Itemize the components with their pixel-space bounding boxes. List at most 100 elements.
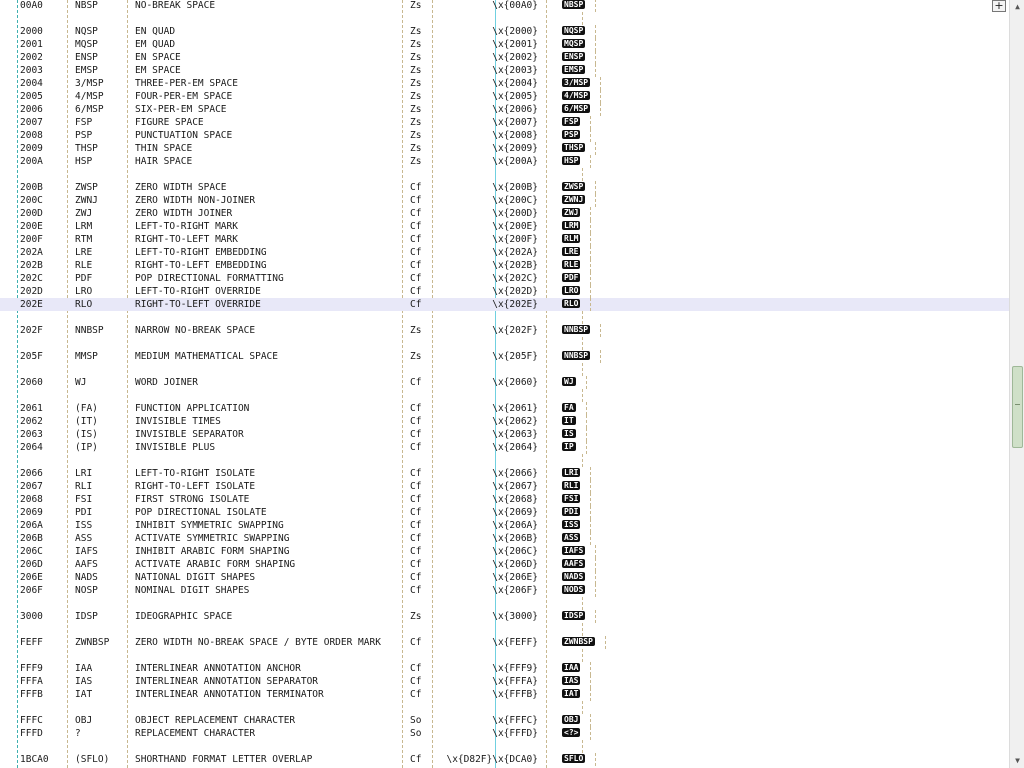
table-row[interactable]: 2063 (IS) INVISIBLE SEPARATOR Cf \x{2063} IS <box>0 428 1009 441</box>
char-badge: ASS <box>562 533 581 542</box>
code-cell: FFFC <box>20 715 43 726</box>
table-row[interactable]: 2069 PDI POP DIRECTIONAL ISOLATE Cf \x{2069}… <box>0 506 1009 519</box>
escape-cell: \x{FFFD} <box>492 728 538 739</box>
escape-cell: \x{202B} <box>492 260 538 271</box>
escape-cell: \x{00A0} <box>492 0 538 11</box>
category-cell: Cf <box>410 559 422 570</box>
table-row[interactable]: 2067 RLI RIGHT-TO-LEFT ISOLATE Cf \x{2067} RL… <box>0 480 1009 493</box>
scroll-down-arrow-icon[interactable]: ▼ <box>1011 754 1024 768</box>
escape-cell: \x{2006} <box>492 104 538 115</box>
table-row[interactable]: 2061 (FA) FUNCTION APPLICATION Cf \x{2061} FA <box>0 402 1009 415</box>
abbr-cell: IAA <box>75 663 93 674</box>
table-row[interactable]: 202B RLE RIGHT-TO-LEFT EMBEDDING Cf \x{202B}… <box>0 259 1009 272</box>
table-row[interactable]: 3000 IDSP IDEOGRAPHIC SPACE Zs \x{3000} IDSP <box>0 610 1009 623</box>
table-row[interactable]: 00A0 NBSP NO-BREAK SPACE Zs \x{00A0} NBSP <box>0 0 1009 12</box>
table-row[interactable]: 200B ZWSP ZERO WIDTH SPACE Cf \x{200B} ZWSP <box>0 181 1009 194</box>
table-row[interactable]: FEFF ZWNBSP ZERO WIDTH NO-BREAK SPACE / BY… <box>0 636 1009 649</box>
table-row[interactable]: 202C PDF POP DIRECTIONAL FORMATTING Cf \x{20… <box>0 272 1009 285</box>
table-row[interactable]: 2009 THSP THIN SPACE Zs \x{2009} THSP <box>0 142 1009 155</box>
table-row[interactable]: 2006 6/MSP SIX-PER-EM SPACE Zs \x{2006} 6/MSP <box>0 103 1009 116</box>
table-row[interactable]: 2068 FSI FIRST STRONG ISOLATE Cf \x{2068} FSI <box>0 493 1009 506</box>
table-row[interactable]: 206C IAFS INHIBIT ARABIC FORM SHAPING Cf \x{… <box>0 545 1009 558</box>
category-cell: Cf <box>410 195 422 206</box>
blank-line[interactable] <box>0 363 1009 376</box>
name-cell: EN QUAD <box>135 26 176 37</box>
table-row[interactable]: 200C ZWNJ ZERO WIDTH NON-JOINER Cf \x{200C} Z… <box>0 194 1009 207</box>
table-row[interactable]: 2066 LRI LEFT-TO-RIGHT ISOLATE Cf \x{2066} LR… <box>0 467 1009 480</box>
abbr-cell: IAT <box>75 689 93 700</box>
table-row[interactable]: 202F NNBSP NARROW NO-BREAK SPACE Zs \x{202F}… <box>0 324 1009 337</box>
table-row[interactable]: 2001 MQSP EM QUAD Zs \x{2001} MQSP <box>0 38 1009 51</box>
escape-cell: \x{206B} <box>492 533 538 544</box>
blank-line[interactable] <box>0 701 1009 714</box>
abbr-cell: PSP <box>75 130 93 141</box>
table-row[interactable]: 200E LRM LEFT-TO-RIGHT MARK Cf \x{200E} LRM <box>0 220 1009 233</box>
code-cell: FFFA <box>20 676 43 687</box>
table-row[interactable]: FFFB IAT INTERLINEAR ANNOTATION TERMINATOR… <box>0 688 1009 701</box>
table-row[interactable]: 2000 NQSP EN QUAD Zs \x{2000} NQSP <box>0 25 1009 38</box>
expand-button[interactable]: + <box>992 0 1006 12</box>
blank-line[interactable] <box>0 12 1009 25</box>
char-badge: ZWSP <box>562 182 586 191</box>
name-cell: LEFT-TO-RIGHT ISOLATE <box>135 468 256 479</box>
column-rule <box>586 402 589 415</box>
table-row[interactable]: 202D LRO LEFT-TO-RIGHT OVERRIDE Cf \x{202D} L… <box>0 285 1009 298</box>
table-row[interactable]: 206B ASS ACTIVATE SYMMETRIC SWAPPING Cf \x{2… <box>0 532 1009 545</box>
blank-line[interactable] <box>0 389 1009 402</box>
abbr-cell: OBJ <box>75 715 93 726</box>
table-row[interactable]: 2003 EMSP EM SPACE Zs \x{2003} EMSP <box>0 64 1009 77</box>
category-cell: So <box>410 715 422 726</box>
name-cell: SHORTHAND FORMAT LETTER OVERLAP <box>135 754 313 765</box>
blank-line[interactable] <box>0 597 1009 610</box>
table-row[interactable]: 2005 4/MSP FOUR-PER-EM SPACE Zs \x{2005} 4/MS… <box>0 90 1009 103</box>
abbr-cell: AAFS <box>75 559 98 570</box>
scroll-thumb[interactable] <box>1012 366 1023 448</box>
name-cell: LEFT-TO-RIGHT MARK <box>135 221 238 232</box>
category-cell: Cf <box>410 299 422 310</box>
table-row[interactable]: 202A LRE LEFT-TO-RIGHT EMBEDDING Cf \x{202A}… <box>0 246 1009 259</box>
abbr-cell: (IT) <box>75 416 98 427</box>
escape-cell: \x{206D} <box>492 559 538 570</box>
vertical-scrollbar[interactable]: ▲ ▼ <box>1009 0 1024 768</box>
table-row[interactable]: 200F RTM RIGHT-TO-LEFT MARK Cf \x{200F} RLM <box>0 233 1009 246</box>
table-row[interactable]: 206A ISS INHIBIT SYMMETRIC SWAPPING Cf \x{20… <box>0 519 1009 532</box>
table-row[interactable]: 206E NADS NATIONAL DIGIT SHAPES Cf \x{206E} N… <box>0 571 1009 584</box>
char-badge: IAFS <box>562 546 586 555</box>
column-rule <box>590 129 593 142</box>
blank-line[interactable] <box>0 649 1009 662</box>
table-row[interactable]: 200D ZWJ ZERO WIDTH JOINER Cf \x{200D} ZWJ <box>0 207 1009 220</box>
table-row[interactable]: 206D AAFS ACTIVATE ARABIC FORM SHAPING Cf \x… <box>0 558 1009 571</box>
table-row[interactable]: 2008 PSP PUNCTUATION SPACE Zs \x{2008} PSP <box>0 129 1009 142</box>
name-cell: PUNCTUATION SPACE <box>135 130 233 141</box>
blank-line[interactable] <box>0 311 1009 324</box>
char-badge: ZWNBSP <box>562 637 595 646</box>
blank-line[interactable] <box>0 168 1009 181</box>
table-row[interactable]: FFFD? REPLACEMENT CHARACTER So \x{FFFD} <?> <box>0 727 1009 740</box>
column-rule <box>590 233 593 246</box>
table-row[interactable]: 2007 FSP FIGURE SPACE Zs \x{2007} FSP <box>0 116 1009 129</box>
blank-line[interactable] <box>0 337 1009 350</box>
scroll-up-arrow-icon[interactable]: ▲ <box>1011 0 1024 14</box>
table-row[interactable]: 2064 (IP) INVISIBLE PLUS Cf \x{2064} IP <box>0 441 1009 454</box>
category-cell: Zs <box>410 325 422 336</box>
table-row[interactable]: 2002 ENSP EN SPACE Zs \x{2002} ENSP <box>0 51 1009 64</box>
table-row[interactable]: 2004 3/MSP THREE-PER-EM SPACE Zs \x{2004} 3/M… <box>0 77 1009 90</box>
text-editor[interactable]: 00A0 NBSP NO-BREAK SPACE Zs \x{00A0} NBSP 2000… <box>0 0 1009 768</box>
table-row[interactable]: FFF9 IAA INTERLINEAR ANNOTATION ANCHOR Cf \x… <box>0 662 1009 675</box>
table-row[interactable]: 200A HSP HAIR SPACE Zs \x{200A} HSP <box>0 155 1009 168</box>
table-row[interactable]: 205F MMSP MEDIUM MATHEMATICAL SPACE Zs \x{20… <box>0 350 1009 363</box>
char-badge: IAT <box>562 689 581 698</box>
escape-cell: \x{FFFB} <box>492 689 538 700</box>
column-rule <box>582 597 585 610</box>
table-row[interactable]: 1BCA0 (SFLO) SHORTHAND FORMAT LETTER OVERL… <box>0 753 1009 766</box>
table-row[interactable]: 2060 WJ WORD JOINER Cf \x{2060} WJ <box>0 376 1009 389</box>
abbr-cell: (FA) <box>75 403 98 414</box>
blank-line[interactable] <box>0 623 1009 636</box>
blank-line[interactable] <box>0 740 1009 753</box>
table-row[interactable]: 202E RLO RIGHT-TO-LEFT OVERRIDE Cf \x{202E} R… <box>0 298 1009 311</box>
table-row[interactable]: FFFC OBJ OBJECT REPLACEMENT CHARACTER So \x{… <box>0 714 1009 727</box>
blank-line[interactable] <box>0 454 1009 467</box>
table-row[interactable]: 2062 (IT) INVISIBLE TIMES Cf \x{2062} IT <box>0 415 1009 428</box>
table-row[interactable]: 206F NOSP NOMINAL DIGIT SHAPES Cf \x{206F} NO… <box>0 584 1009 597</box>
table-row[interactable]: FFFA IAS INTERLINEAR ANNOTATION SEPARATOR C… <box>0 675 1009 688</box>
